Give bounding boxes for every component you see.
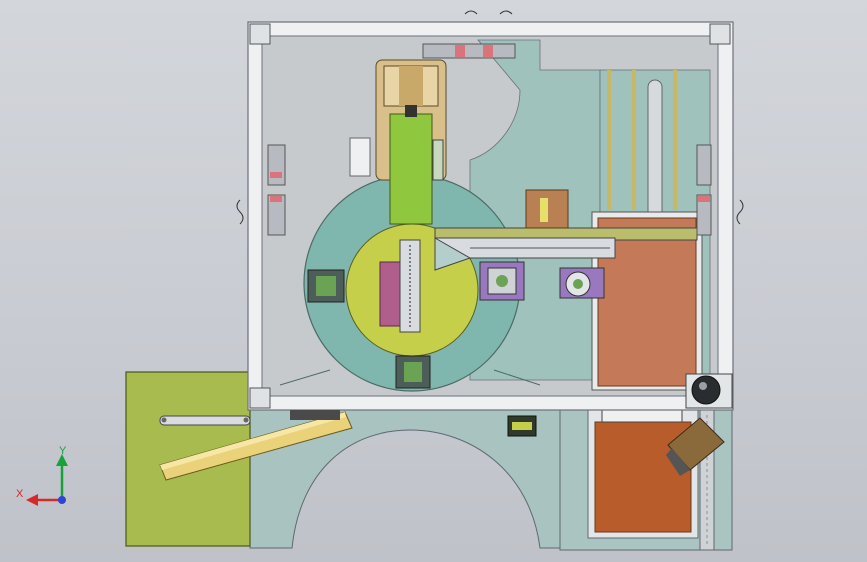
vertical-slide xyxy=(399,239,421,333)
top-fixtures xyxy=(422,43,516,59)
brown-bracket xyxy=(525,189,569,229)
x-axis-label: X xyxy=(16,488,24,500)
gripper-left xyxy=(307,269,345,303)
gripper-far-right xyxy=(559,267,605,299)
coordinate-triad: Y X xyxy=(16,445,68,506)
cad-viewport[interactable]: Y X xyxy=(0,0,867,562)
corner-knob xyxy=(685,373,733,409)
gripper-right xyxy=(479,261,525,301)
y-axis-label: Y xyxy=(59,445,67,457)
magenta-block xyxy=(379,261,403,327)
gripper-bottom xyxy=(395,355,431,389)
